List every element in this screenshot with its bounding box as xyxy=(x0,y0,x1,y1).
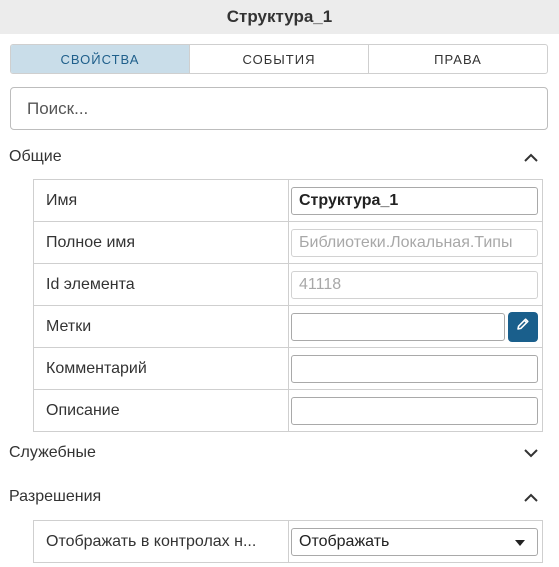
panel-header: Структура_1 xyxy=(0,0,559,34)
property-label: Метки xyxy=(34,306,289,347)
property-row-comment: Комментарий xyxy=(33,348,543,390)
chevron-down-icon[interactable] xyxy=(521,443,541,463)
tab-properties[interactable]: СВОЙСТВА xyxy=(11,45,190,73)
section-service-header[interactable]: Служебные xyxy=(0,438,559,468)
section-permissions-title: Разрешения xyxy=(9,488,102,505)
full-name-field: Библиотеки.Локальная.Типы xyxy=(291,228,538,257)
search-placeholder: Поиск... xyxy=(27,98,89,118)
property-row-description: Описание xyxy=(33,390,543,432)
edit-tags-button[interactable] xyxy=(508,311,538,342)
property-label: Полное имя xyxy=(34,222,289,263)
section-permissions-header[interactable]: Разрешения xyxy=(0,482,559,512)
tab-bar: СВОЙСТВА СОБЫТИЯ ПРАВА xyxy=(10,44,548,74)
property-row-element-id: Id элемента 41118 xyxy=(33,264,543,306)
permissions-grid: Отображать в контролах н... Отображать xyxy=(33,520,543,563)
section-general-title: Общие xyxy=(9,148,62,165)
search-input[interactable]: Поиск... xyxy=(10,87,548,130)
display-select[interactable]: Отображать xyxy=(291,527,538,556)
property-label: Имя xyxy=(34,180,289,221)
property-row-full-name: Полное имя Библиотеки.Локальная.Типы xyxy=(33,222,543,264)
comment-field[interactable] xyxy=(291,354,538,383)
caret-down-icon xyxy=(515,533,525,551)
property-label: Описание xyxy=(34,390,289,431)
property-label: Id элемента xyxy=(34,264,289,305)
description-field[interactable] xyxy=(291,396,538,425)
tab-permissions[interactable]: ПРАВА xyxy=(369,45,547,73)
pencil-icon xyxy=(516,317,530,336)
tags-field[interactable] xyxy=(291,312,505,341)
property-label: Отображать в контролах н... xyxy=(34,521,289,562)
name-field[interactable]: Структура_1 xyxy=(291,186,538,215)
chevron-up-icon[interactable] xyxy=(521,487,541,507)
display-select-value: Отображать xyxy=(299,532,390,550)
chevron-up-icon[interactable] xyxy=(521,147,541,167)
property-row-display-in-controls: Отображать в контролах н... Отображать xyxy=(33,521,543,563)
property-row-tags: Метки xyxy=(33,306,543,348)
general-properties-grid: Имя Структура_1 Полное имя Библиотеки.Ло… xyxy=(33,179,543,432)
section-service-title: Служебные xyxy=(9,444,96,461)
property-label: Комментарий xyxy=(34,348,289,389)
tab-events[interactable]: СОБЫТИЯ xyxy=(190,45,369,73)
property-row-name: Имя Структура_1 xyxy=(33,180,543,222)
element-id-field: 41118 xyxy=(291,270,538,299)
section-general-header[interactable]: Общие xyxy=(0,142,559,172)
panel-title: Структура_1 xyxy=(226,7,333,26)
